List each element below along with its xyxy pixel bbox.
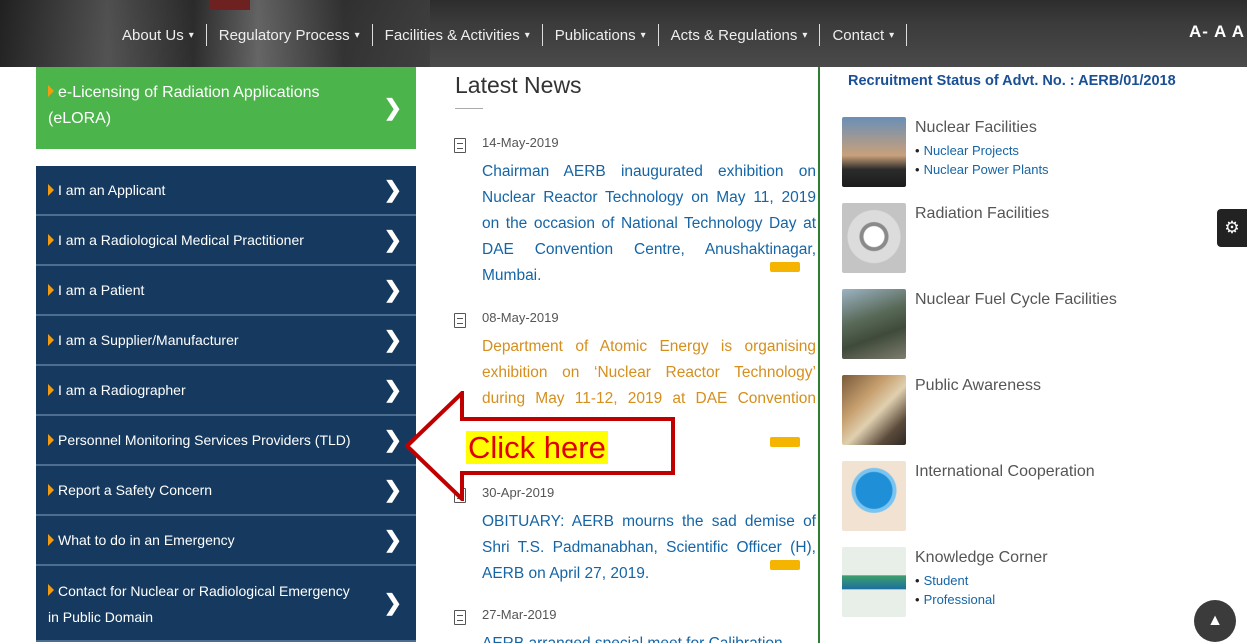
caret-down-icon: ▾	[354, 29, 360, 41]
nuclear-facilities-image	[842, 117, 906, 187]
news-item: 14-May-2019 Chairman AERB inaugurated ex…	[454, 135, 816, 289]
chevron-right-icon: ❯	[383, 477, 402, 502]
triangle-bullet-icon	[48, 384, 54, 396]
chevron-right-icon: ❯	[383, 177, 402, 202]
nuclear-projects-link[interactable]: Nuclear Projects	[915, 141, 1049, 160]
nuclear-power-plants-link[interactable]: Nuclear Power Plants	[915, 160, 1049, 179]
menu-item-report-safety-concern[interactable]: Report a Safety Concern ❯	[36, 466, 416, 516]
latest-news-panel: Latest News 14-May-2019 Chairman AERB in…	[440, 67, 820, 643]
caret-down-icon: ▾	[640, 29, 646, 41]
fuel-cycle-image	[842, 289, 906, 359]
menu-item-emergency[interactable]: What to do in an Emergency ❯	[36, 516, 416, 566]
read-more-button[interactable]	[770, 560, 800, 570]
menu-item-emergency-contact[interactable]: Contact for Nuclear or Radiological Emer…	[36, 566, 416, 642]
menu-item-supplier[interactable]: I am a Supplier/Manufacturer ❯	[36, 316, 416, 366]
chevron-right-icon: ❯	[383, 327, 402, 352]
chevron-right-icon: ❯	[383, 527, 402, 552]
nav-regulatory-process[interactable]: Regulatory Process ▾	[207, 27, 372, 44]
chevron-right-icon: ❯	[383, 377, 402, 402]
role-menu: I am an Applicant ❯ I am a Radiological M…	[36, 166, 416, 642]
chevron-right-icon: ❯	[383, 277, 402, 302]
click-here-annotation: Click here	[405, 391, 677, 501]
globe-image	[842, 461, 906, 531]
knowledge-image	[842, 547, 906, 617]
news-date: 08-May-2019	[482, 310, 559, 325]
elora-label: e-Licensing of Radiation Applications (e…	[48, 84, 320, 127]
menu-item-personnel-monitoring-tld[interactable]: Personnel Monitoring Services Providers …	[36, 416, 416, 466]
news-link[interactable]: AERB arranged special meet for Calibrati…	[454, 631, 816, 643]
triangle-bullet-icon	[48, 534, 54, 546]
heading-underline	[455, 108, 483, 109]
menu-item-radiographer[interactable]: I am a Radiographer ❯	[36, 366, 416, 416]
read-more-button[interactable]	[770, 262, 800, 272]
public-awareness-image	[842, 375, 906, 445]
professional-link[interactable]: Professional	[915, 590, 996, 609]
elora-link[interactable]: e-Licensing of Radiation Applications (e…	[36, 67, 416, 149]
nav-acts-regulations[interactable]: Acts & Regulations ▾	[659, 27, 820, 44]
nav-publications[interactable]: Publications ▾	[543, 27, 658, 44]
nav-divider	[906, 24, 908, 46]
scroll-to-top-icon[interactable]: ▲	[1194, 600, 1236, 642]
triangle-bullet-icon	[48, 584, 54, 596]
document-icon	[454, 138, 466, 153]
triangle-bullet-icon	[48, 484, 54, 496]
top-navbar: About Us ▾ Regulatory Process ▾ Facilities…	[0, 0, 1247, 67]
triangle-bullet-icon	[48, 85, 54, 97]
document-icon	[454, 610, 466, 625]
news-date: 14-May-2019	[482, 135, 559, 150]
triangle-bullet-icon	[48, 284, 54, 296]
menu-item-medical-practitioner[interactable]: I am a Radiological Medical Practitioner…	[36, 216, 416, 266]
caret-down-icon: ▾	[524, 29, 530, 41]
chevron-right-icon: ❯	[383, 95, 402, 120]
news-heading: Latest News	[455, 72, 582, 98]
read-more-button[interactable]	[770, 437, 800, 447]
nav-about-us[interactable]: About Us ▾	[110, 27, 206, 44]
news-date: 27-Mar-2019	[482, 607, 557, 622]
menu-item-applicant[interactable]: I am an Applicant ❯	[36, 166, 416, 216]
triangle-bullet-icon	[48, 434, 54, 446]
chevron-right-icon: ❯	[383, 590, 402, 615]
student-link[interactable]: Student	[915, 571, 995, 590]
menu-item-patient[interactable]: I am a Patient ❯	[36, 266, 416, 316]
recruitment-status-link[interactable]: Recruitment Status of Advt. No. : AERB/0…	[848, 73, 1176, 89]
caret-down-icon: ▾	[188, 29, 194, 41]
main-menu: About Us ▾ Regulatory Process ▾ Facilities…	[110, 24, 908, 46]
news-link[interactable]: OBITUARY: AERB mourns the sad demise of …	[454, 509, 816, 587]
caret-down-icon: ▾	[802, 29, 808, 41]
triangle-bullet-icon	[48, 334, 54, 346]
gear-icon[interactable]: ⚙	[1217, 209, 1247, 247]
click-here-label: Click here	[466, 430, 608, 465]
nav-contact[interactable]: Contact ▾	[820, 27, 906, 44]
triangle-bullet-icon	[48, 234, 54, 246]
document-icon	[454, 313, 466, 328]
news-item: 27-Mar-2019 AERB arranged special meet f…	[454, 607, 816, 643]
caret-down-icon: ▾	[889, 29, 895, 41]
news-link[interactable]: Chairman AERB inaugurated exhibition on …	[454, 159, 816, 289]
font-size-controls[interactable]: A- A A	[1189, 22, 1245, 42]
chevron-right-icon: ❯	[383, 427, 402, 452]
radiation-facilities-image	[842, 203, 906, 273]
nav-facilities-activities[interactable]: Facilities & Activities ▾	[373, 27, 542, 44]
chevron-right-icon: ❯	[383, 227, 402, 252]
triangle-bullet-icon	[48, 184, 54, 196]
